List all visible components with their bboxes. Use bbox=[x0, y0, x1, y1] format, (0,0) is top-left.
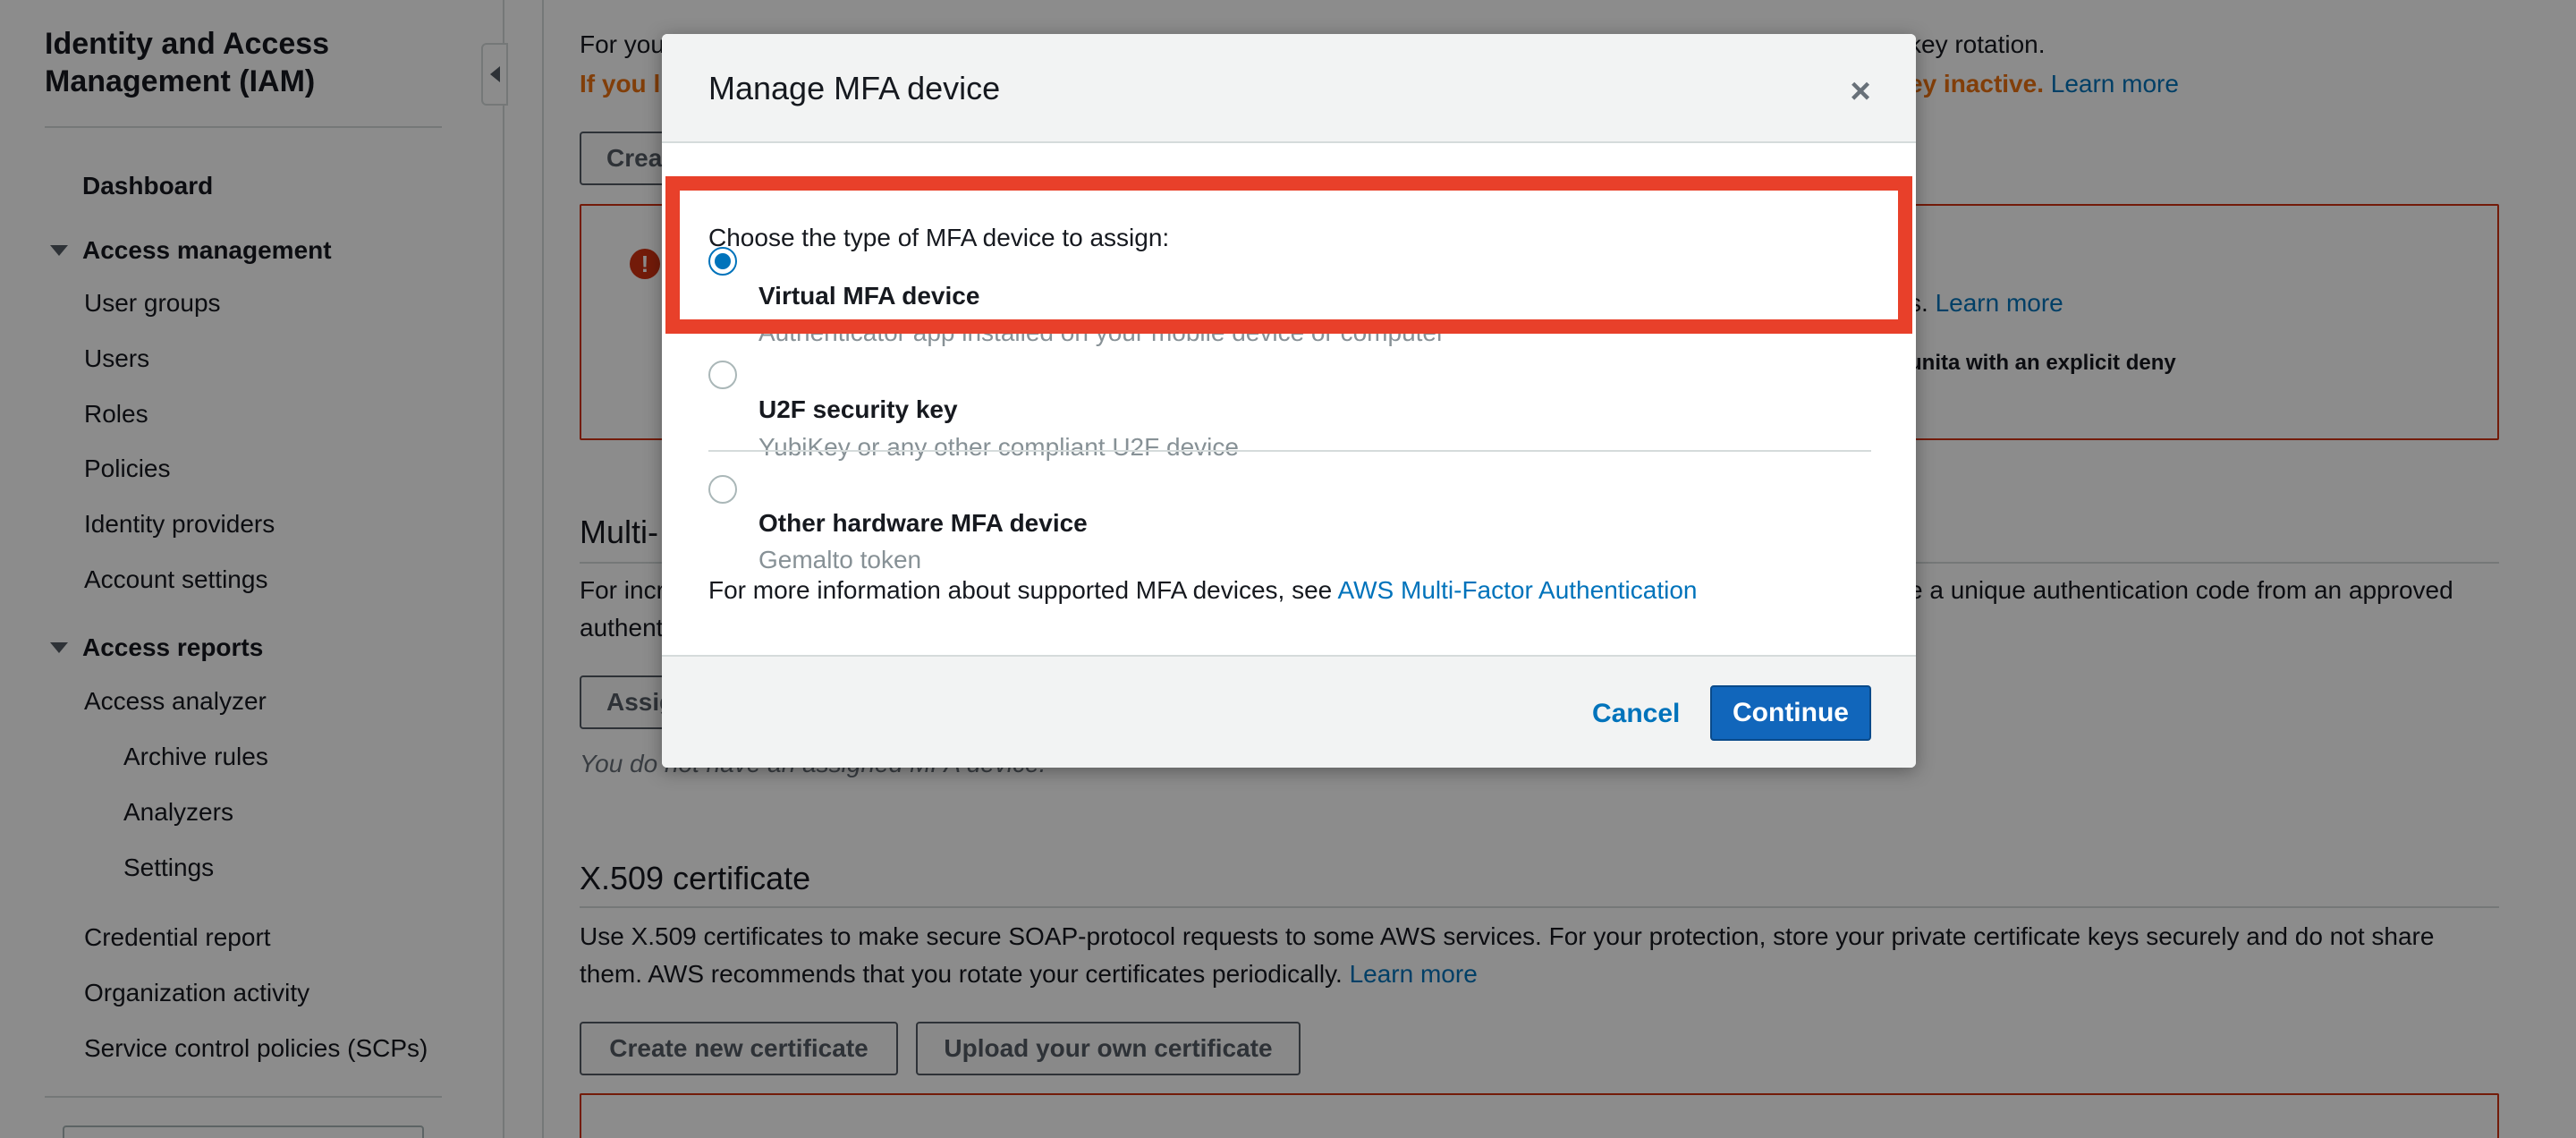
option-label-u2f-key[interactable]: U2F security key bbox=[758, 395, 958, 425]
option-desc-virtual-mfa: Authenticator app installed on your mobi… bbox=[758, 318, 1445, 346]
modal-header: Manage MFA device × bbox=[662, 34, 1916, 143]
option-label-hardware-mfa[interactable]: Other hardware MFA device bbox=[758, 508, 1088, 539]
manage-mfa-modal: Manage MFA device × Choose the type of M… bbox=[662, 34, 1916, 768]
radio-u2f-key[interactable] bbox=[708, 361, 737, 389]
radio-virtual-mfa[interactable] bbox=[708, 247, 737, 276]
continue-button[interactable]: Continue bbox=[1710, 685, 1871, 741]
modal-title: Manage MFA device bbox=[708, 70, 1001, 106]
aws-mfa-link[interactable]: AWS Multi-Factor Authentication bbox=[1337, 576, 1697, 604]
mfa-type-prompt: Choose the type of MFA device to assign: bbox=[708, 224, 1170, 251]
modal-footer: Cancel Continue bbox=[662, 655, 1916, 768]
option-desc-hardware-mfa: Gemalto token bbox=[758, 546, 922, 573]
option-divider bbox=[708, 450, 1871, 452]
info-text: For more information about supported MFA… bbox=[708, 576, 1333, 604]
radio-hardware-mfa[interactable] bbox=[708, 475, 737, 504]
option-label-virtual-mfa[interactable]: Virtual MFA device bbox=[758, 281, 979, 311]
close-icon[interactable]: × bbox=[1843, 73, 1878, 109]
mfa-info-text: For more information about supported MFA… bbox=[708, 574, 1698, 607]
cancel-button[interactable]: Cancel bbox=[1592, 694, 1680, 734]
option-desc-u2f-key: YubiKey or any other compliant U2F devic… bbox=[758, 433, 1239, 461]
